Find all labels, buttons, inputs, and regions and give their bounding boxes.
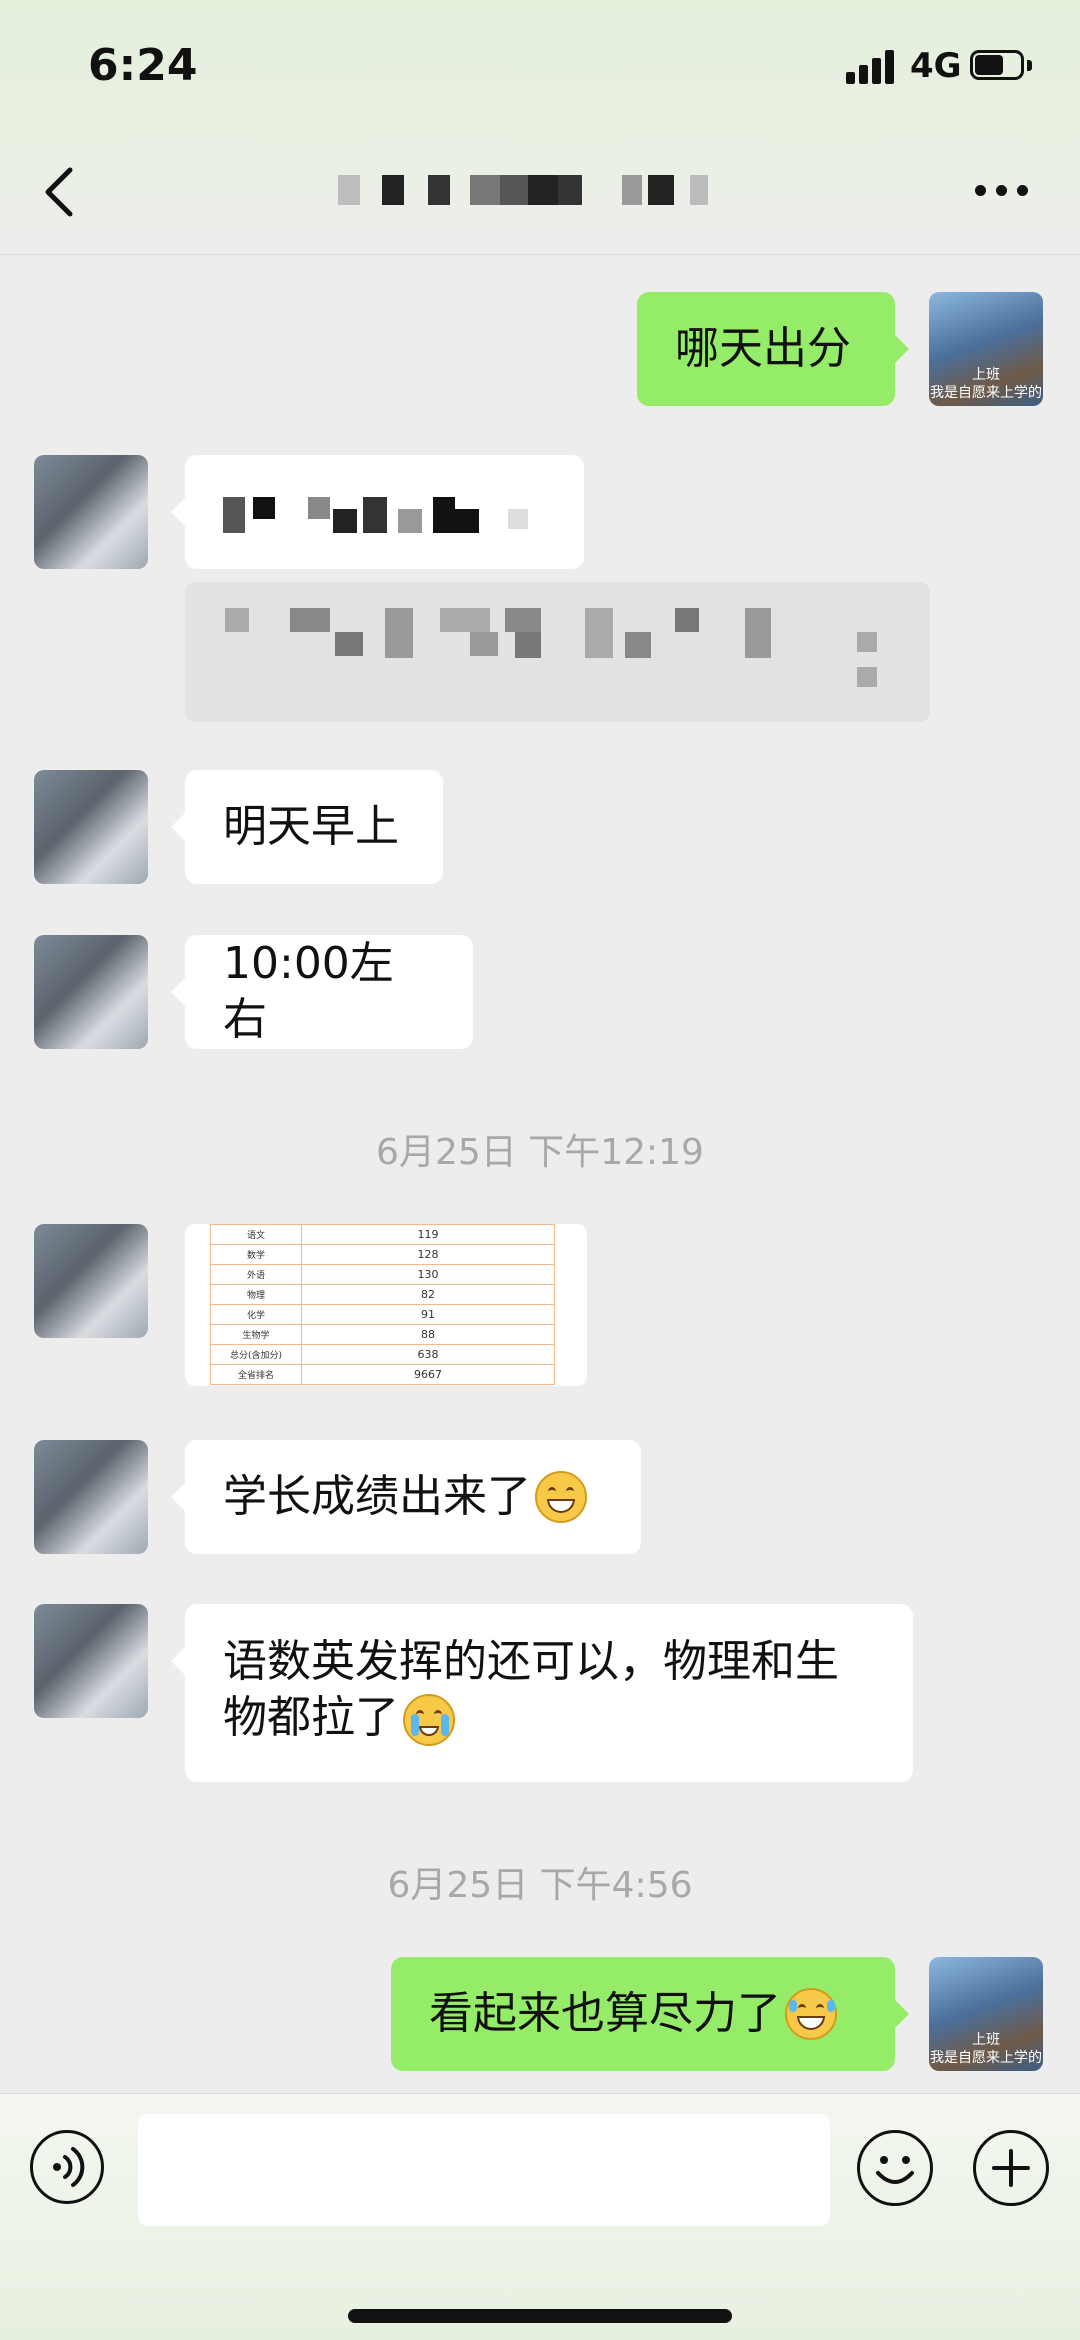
score-row: 总分(含加分) 638 bbox=[210, 1344, 555, 1365]
chevron-left-icon[interactable] bbox=[40, 162, 80, 222]
score-subject: 全省排名 bbox=[210, 1364, 302, 1385]
input-bar bbox=[0, 2093, 1080, 2340]
battery-icon bbox=[970, 50, 1034, 82]
score-row: 生物学 88 bbox=[210, 1324, 555, 1345]
score-value: 91 bbox=[301, 1304, 555, 1325]
message-text: 哪天出分 bbox=[675, 323, 851, 374]
message-bubble-sent[interactable]: 哪天出分 bbox=[637, 292, 895, 406]
score-subject: 物理 bbox=[210, 1284, 302, 1305]
message-bubble-received[interactable]: 语数英发挥的还可以，物理和生物都拉了 bbox=[185, 1604, 913, 1782]
score-subject: 总分(含加分) bbox=[210, 1344, 302, 1365]
message-text: 学长成绩出来了 bbox=[223, 1471, 531, 1522]
my-avatar[interactable]: 上班 我是自愿来上学的 bbox=[929, 292, 1043, 406]
score-value: 130 bbox=[301, 1264, 555, 1285]
contact-avatar[interactable] bbox=[34, 1440, 148, 1554]
score-value: 82 bbox=[301, 1284, 555, 1305]
score-image[interactable]: 语文 119 数学 128 外语 130 物理 82 化学 91 生物学 88 总分(含加分) 638 全省… bbox=[185, 1224, 587, 1386]
network-type: 4G bbox=[910, 46, 962, 86]
message-bubble-received[interactable]: 明天早上 bbox=[185, 770, 443, 884]
top-bar: 6:24 4G bbox=[0, 0, 1080, 255]
score-subject: 数学 bbox=[210, 1244, 302, 1265]
message-bubble-redacted[interactable] bbox=[185, 455, 584, 569]
message-input[interactable] bbox=[138, 2114, 830, 2226]
score-value: 9667 bbox=[301, 1364, 555, 1385]
score-subject: 语文 bbox=[210, 1224, 302, 1245]
score-value: 638 bbox=[301, 1344, 555, 1365]
crying-emoji bbox=[403, 1694, 455, 1746]
score-row: 物理 82 bbox=[210, 1284, 555, 1305]
message-text: 语数英发挥的还可以，物理和生物都拉了 bbox=[223, 1636, 839, 1743]
voice-icon[interactable] bbox=[30, 2130, 104, 2204]
contact-avatar[interactable] bbox=[34, 770, 148, 884]
message-text: 明天早上 bbox=[223, 801, 399, 852]
message-text: 看起来也算尽力了 bbox=[429, 1988, 781, 2039]
signal-icon bbox=[846, 50, 898, 84]
contact-avatar[interactable] bbox=[34, 1224, 148, 1338]
score-row: 化学 91 bbox=[210, 1304, 555, 1325]
timestamp: 6月25日 下午12:19 bbox=[376, 1132, 704, 1173]
score-row: 外语 130 bbox=[210, 1264, 555, 1285]
score-table: 语文 119 数学 128 外语 130 物理 82 化学 91 生物学 88 总分(含加分) 638 全省… bbox=[210, 1224, 555, 1385]
plus-icon[interactable] bbox=[973, 2130, 1049, 2206]
my-avatar[interactable]: 上班 我是自愿来上学的 bbox=[929, 1957, 1043, 2071]
score-row: 全省排名 9667 bbox=[210, 1364, 555, 1385]
score-subject: 外语 bbox=[210, 1264, 302, 1285]
timestamp: 6月25日 下午4:56 bbox=[387, 1865, 693, 1906]
contact-avatar[interactable] bbox=[34, 935, 148, 1049]
message-bubble-redacted[interactable] bbox=[185, 582, 930, 722]
more-dots-icon[interactable] bbox=[975, 185, 1029, 197]
message-bubble-sent[interactable]: 看起来也算尽力了 bbox=[391, 1957, 895, 2071]
status-time: 6:24 bbox=[88, 40, 198, 91]
message-text: 10:00左右 bbox=[223, 938, 394, 1045]
contact-avatar[interactable] bbox=[34, 455, 148, 569]
grinning-emoji bbox=[535, 1471, 587, 1523]
home-indicator bbox=[348, 2309, 732, 2323]
score-value: 128 bbox=[301, 1244, 555, 1265]
score-subject: 生物学 bbox=[210, 1324, 302, 1345]
laughing-emoji bbox=[785, 1988, 837, 2040]
score-row: 数学 128 bbox=[210, 1244, 555, 1265]
emoji-icon[interactable] bbox=[857, 2130, 933, 2206]
message-bubble-received[interactable]: 学长成绩出来了 bbox=[185, 1440, 641, 1554]
score-value: 88 bbox=[301, 1324, 555, 1345]
score-row: 语文 119 bbox=[210, 1224, 555, 1245]
message-bubble-received[interactable]: 10:00左右 bbox=[185, 935, 473, 1049]
score-subject: 化学 bbox=[210, 1304, 302, 1325]
chat-title-redacted bbox=[330, 175, 820, 205]
contact-avatar[interactable] bbox=[34, 1604, 148, 1718]
score-value: 119 bbox=[301, 1224, 555, 1245]
